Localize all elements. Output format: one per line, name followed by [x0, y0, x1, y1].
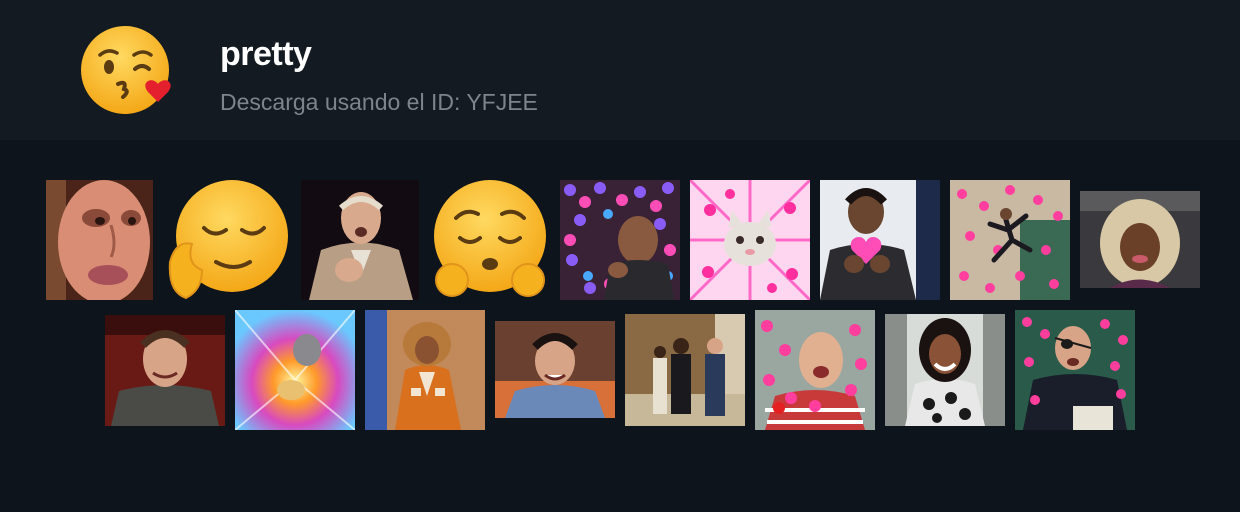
sticker-16[interactable] [885, 314, 1005, 426]
sticker-17[interactable] [1015, 310, 1135, 430]
relieved-face-hand-on-cheek-icon [168, 180, 288, 300]
sticker-12[interactable] [365, 310, 485, 430]
woman-dancing-curly-hair-icon [365, 310, 485, 430]
man-crying-hearts-icon [755, 310, 875, 430]
people-walking-hallway-icon [625, 314, 745, 426]
sticker-5[interactable] [560, 180, 680, 300]
kissing-face-icon [78, 22, 178, 118]
sticker-7[interactable] [820, 180, 940, 300]
man-holding-heart-icon [820, 180, 940, 300]
colorful-burst-hands-icon [235, 310, 355, 430]
sticker-15[interactable] [755, 310, 875, 430]
woman-laughing-icon [885, 314, 1005, 426]
woman-blonde-curly-hair-icon [1080, 191, 1200, 288]
sticker-2[interactable] [168, 180, 292, 300]
man-closeup-face-icon [46, 180, 153, 300]
pack-download-id: Descarga usando el ID: YFJEE [220, 89, 538, 115]
sticker-13[interactable] [495, 321, 615, 418]
pack-header: pretty Descarga usando el ID: YFJEE [0, 0, 1240, 140]
man-smiling-icon [105, 315, 225, 426]
sticker-4[interactable] [432, 180, 548, 300]
pleading-face-hands-icon [434, 180, 546, 297]
sticker-14[interactable] [625, 314, 745, 426]
man-surprised-smile-icon [495, 321, 615, 418]
man-pointing-hearts-icon [560, 180, 680, 300]
sticker-6[interactable] [690, 180, 810, 300]
man-eyepatch-hearts-icon [1015, 310, 1135, 430]
sticker-11[interactable] [235, 310, 355, 430]
sticker-1[interactable] [46, 180, 153, 300]
cat-hearts-burst-icon [690, 180, 810, 300]
pack-title: pretty [220, 35, 312, 73]
sticker-3[interactable] [301, 180, 419, 300]
sticker-9[interactable] [1080, 191, 1200, 288]
sticker-10[interactable] [105, 315, 225, 426]
dancer-hearts-icon [950, 180, 1070, 300]
sticker-8[interactable] [950, 180, 1070, 300]
man-gasping-hand-on-chest-icon [301, 180, 419, 300]
